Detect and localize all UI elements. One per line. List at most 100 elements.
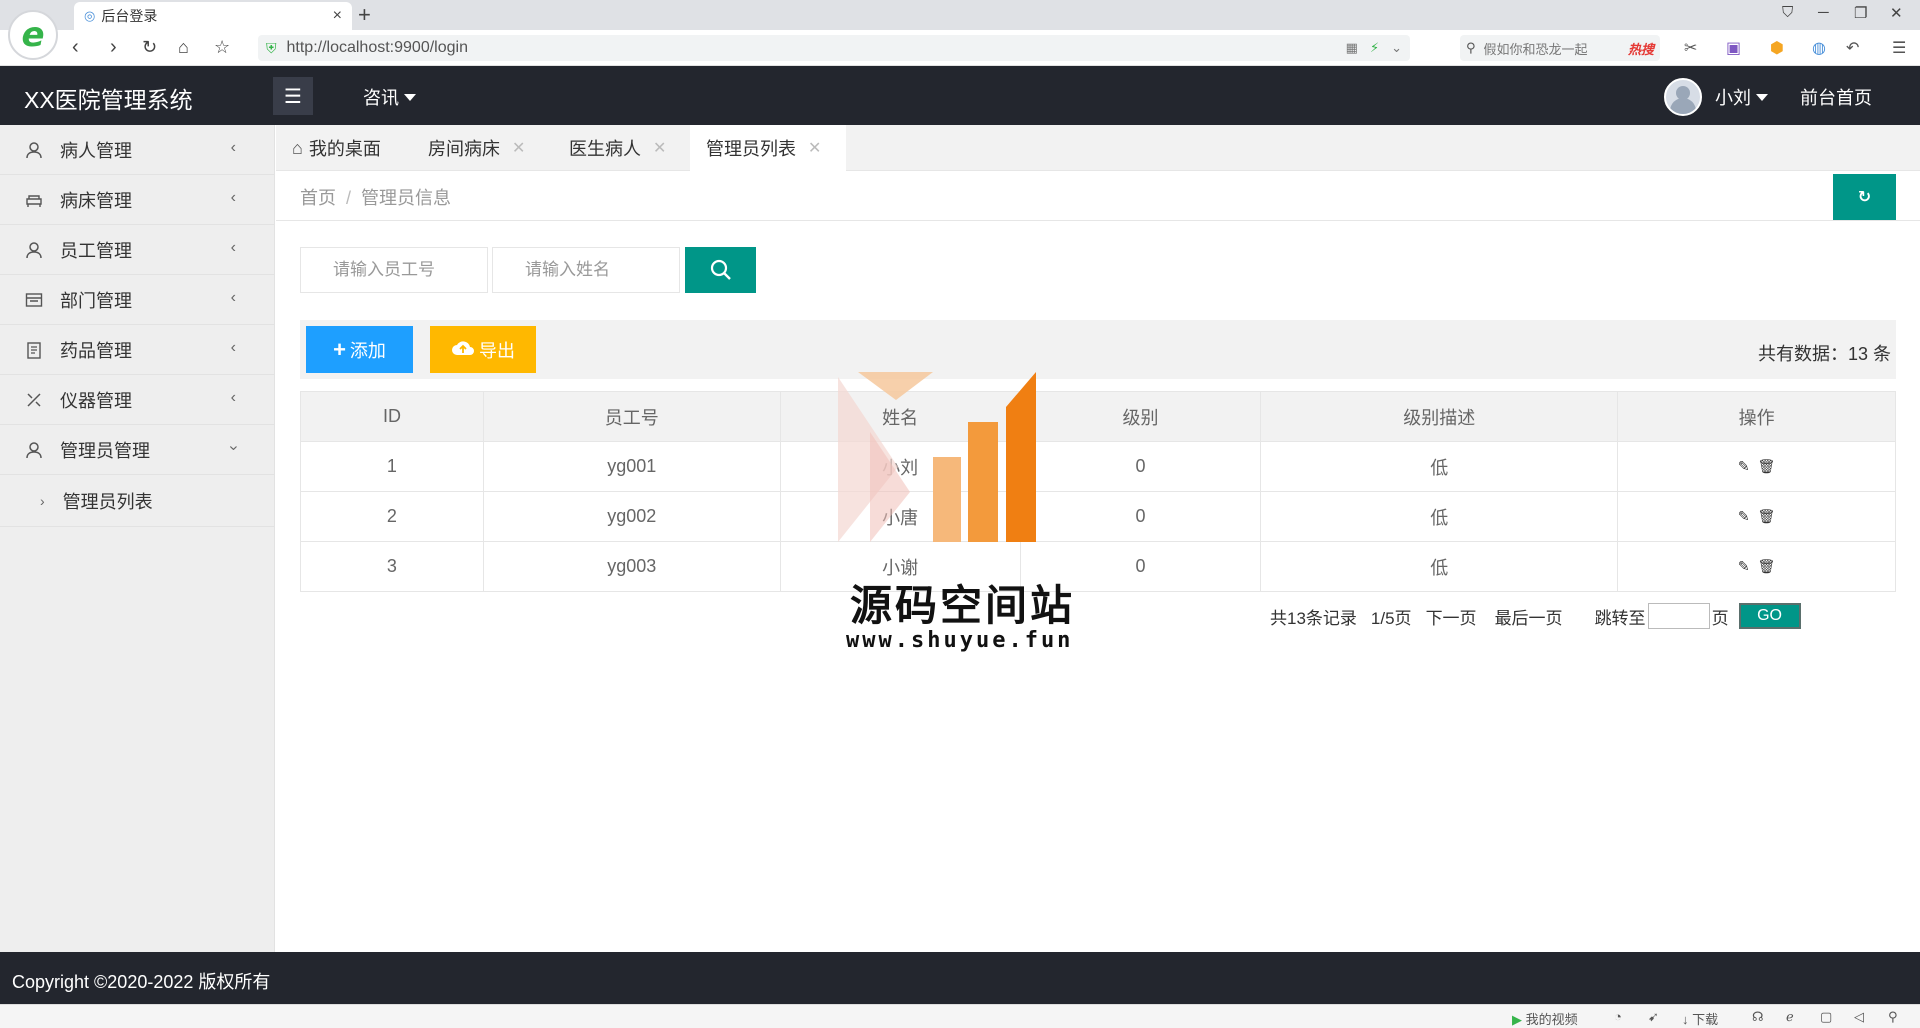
medicine-icon — [24, 340, 44, 360]
chevron-down-icon[interactable]: ⌄ — [1391, 40, 1402, 56]
download-label: 下载 — [1692, 1012, 1719, 1027]
search-button[interactable] — [685, 247, 756, 293]
address-bar[interactable]: ⛨ http://localhost:9900/login ▦ ⚡ ⌄ — [258, 35, 1410, 61]
bookmark-star-icon[interactable]: ☆ — [214, 36, 230, 58]
app-header: XX医院管理系统 ☰ 咨讯 小刘 前台首页 — [0, 66, 1920, 125]
window-close-icon[interactable]: ✕ — [1890, 4, 1903, 22]
forward-icon[interactable]: › — [110, 36, 117, 58]
home-icon[interactable]: ⌂ — [178, 36, 189, 58]
browser-status-bar: ▶ 我的视频 ◔ ➹ ↓ 下载 ☊ ℯ ▢ ◁ ⚲ — [0, 1004, 1920, 1028]
zoom-icon[interactable]: ⚲ — [1888, 1009, 1898, 1025]
breadcrumb-separator: / — [346, 188, 352, 208]
sidebar-item-medicine[interactable]: 药品管理 ‹ — [0, 325, 274, 375]
add-button[interactable]: + 添加 — [306, 326, 413, 373]
headset-icon[interactable]: ☊ — [1752, 1009, 1764, 1025]
column-header: 级别描述 — [1260, 391, 1619, 442]
extension-icon[interactable]: ⬢ — [1770, 38, 1784, 58]
restore-icon[interactable]: ❐ — [1854, 4, 1867, 22]
cell-staff-no: yg001 — [482, 441, 781, 492]
volume-icon[interactable]: ◁ — [1854, 1009, 1864, 1025]
window-icon[interactable]: ▢ — [1820, 1009, 1832, 1025]
delete-trash-icon[interactable]: 🗑 — [1758, 558, 1776, 574]
sidebar-item-patients[interactable]: 病人管理 ‹ — [0, 125, 274, 175]
cell-actions: ✎ 🗑 — [1617, 441, 1896, 492]
edit-pencil-icon[interactable]: ✎ — [1738, 558, 1750, 574]
table-row: 3 yg003 小谢 0 低 ✎ 🗑 — [300, 541, 1896, 592]
my-video-link[interactable]: ▶ 我的视频 — [1512, 1009, 1578, 1028]
sidebar-item-staff[interactable]: 员工管理 ‹ — [0, 225, 274, 275]
translate-icon[interactable]: ▣ — [1726, 38, 1741, 58]
rocket-icon[interactable]: ➹ — [1648, 1009, 1659, 1025]
browser-tab[interactable]: ◎ 后台登录 × — [74, 2, 352, 30]
undo-icon[interactable]: ↶ — [1846, 38, 1859, 58]
jump-to-label: 跳转至 — [1594, 608, 1646, 628]
export-button[interactable]: 导出 — [430, 326, 536, 373]
last-page-link[interactable]: 最后一页 — [1495, 604, 1563, 629]
admin-icon — [24, 440, 44, 460]
admin-table: ID 员工号 姓名 级别 级别描述 操作 1 yg001 小刘 0 低 ✎ 🗑 2… — [300, 391, 1896, 592]
front-home-link[interactable]: 前台首页 — [1800, 84, 1872, 110]
user-menu[interactable]: 小刘 — [1715, 84, 1768, 110]
tab-label: 我的桌面 — [308, 139, 381, 159]
download-link[interactable]: ↓ 下载 — [1682, 1009, 1718, 1028]
watermark-url: www.shuyue.fun — [846, 628, 1074, 653]
avatar[interactable] — [1664, 78, 1702, 116]
download-icon: ↓ — [1682, 1012, 1689, 1027]
new-tab-icon[interactable]: + — [358, 3, 371, 27]
app-logo[interactable]: XX医院管理系统 — [24, 81, 193, 115]
sidebar-item-departments[interactable]: 部门管理 ‹ — [0, 275, 274, 325]
tab-admin-list[interactable]: 管理员列表 ✕ — [690, 125, 846, 171]
hot-search-badge[interactable]: 热搜 — [1628, 39, 1654, 58]
sidebar-item-beds[interactable]: 病床管理 ‹ — [0, 175, 274, 225]
tab-my-desktop[interactable]: ⌂ 我的桌面 — [276, 125, 397, 171]
close-icon[interactable]: ✕ — [512, 138, 525, 158]
chevron-left-icon: ‹ — [230, 189, 236, 206]
action-bar: + 添加 导出 共有数据：13 条 — [300, 320, 1896, 379]
edit-pencil-icon[interactable]: ✎ — [1738, 458, 1750, 474]
tab-label: 医生病人 — [569, 139, 641, 159]
next-page-link[interactable]: 下一页 — [1426, 604, 1477, 629]
sidebar-item-admins[interactable]: 管理员管理 ‹ — [0, 425, 274, 475]
delete-trash-icon[interactable]: 🗑 — [1758, 458, 1776, 474]
edit-pencil-icon[interactable]: ✎ — [1738, 508, 1750, 524]
close-tab-icon[interactable]: × — [333, 7, 342, 25]
page-unit-label: 页 — [1711, 608, 1729, 628]
tab-doctor-patients[interactable]: 医生病人 ✕ — [553, 125, 682, 171]
ie-icon[interactable]: ℯ — [1786, 1009, 1794, 1025]
qr-code-icon[interactable]: ▦ — [1346, 40, 1358, 56]
pagination: 共13条记录 1/5页 下一页 最后一页 跳转至 页 GO — [1270, 602, 1801, 630]
refresh-icon: ↻ — [1857, 189, 1872, 206]
cloud-upload-icon — [451, 339, 475, 360]
chevron-left-icon: ‹ — [230, 339, 236, 356]
cell-level-desc: 低 — [1260, 541, 1619, 592]
menu-icon[interactable]: ☰ — [1892, 38, 1906, 58]
sidebar-item-label: 管理员管理 — [60, 440, 150, 461]
chevron-left-icon: ‹ — [230, 289, 236, 306]
go-button[interactable]: GO — [1738, 603, 1801, 629]
speed-icon[interactable]: ◔ — [1614, 1009, 1622, 1024]
person-icon — [24, 140, 44, 160]
menu-toggle-icon[interactable]: ☰ — [273, 77, 313, 115]
jump-page-input[interactable] — [1647, 603, 1710, 629]
refresh-button[interactable]: ↻ — [1833, 174, 1896, 220]
staff-no-input[interactable] — [300, 247, 488, 293]
close-icon[interactable]: ✕ — [653, 138, 666, 158]
divider — [276, 220, 1920, 221]
nav-news-dropdown[interactable]: 咨讯 — [363, 84, 416, 110]
browser-search-box[interactable]: ⚲ 假如你和恐龙一起 热搜 — [1460, 35, 1660, 61]
scissors-icon[interactable]: ✂ — [1684, 38, 1697, 58]
lightning-icon[interactable]: ⚡ — [1370, 40, 1379, 56]
sidebar-subitem-admin-list[interactable]: › 管理员列表 — [0, 475, 274, 527]
minimize-icon[interactable]: ─ — [1818, 4, 1829, 21]
back-icon[interactable]: ‹ — [72, 36, 79, 58]
delete-trash-icon[interactable]: 🗑 — [1758, 508, 1776, 524]
reload-icon[interactable]: ↻ — [142, 36, 157, 58]
shirt-icon[interactable]: ⛉ — [1782, 4, 1793, 21]
apps-icon[interactable]: ◍ — [1812, 38, 1826, 58]
tab-room-beds[interactable]: 房间病床 ✕ — [412, 125, 541, 171]
name-input[interactable] — [492, 247, 680, 293]
close-icon[interactable]: ✕ — [808, 138, 821, 158]
sidebar-item-instruments[interactable]: 仪器管理 ‹ — [0, 375, 274, 425]
breadcrumb-home[interactable]: 首页 — [300, 188, 336, 208]
export-button-label: 导出 — [479, 340, 515, 361]
